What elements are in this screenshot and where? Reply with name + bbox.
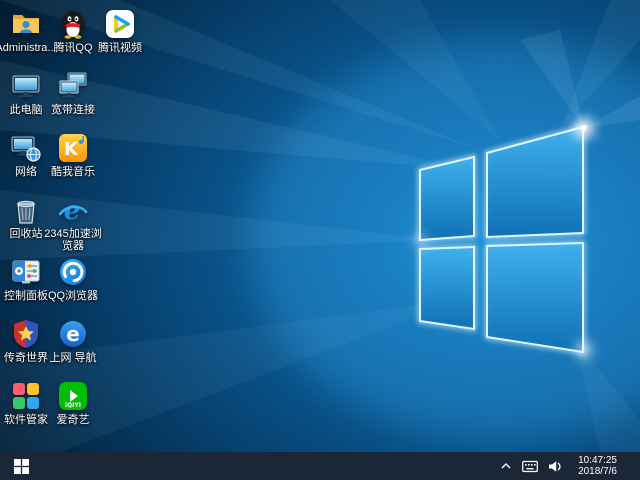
icon-label: 上网 导航 <box>40 352 106 364</box>
svg-text:iQIYI: iQIYI <box>65 402 81 409</box>
desktop-icon-this-pc[interactable]: 此电脑 <box>0 70 52 128</box>
keyboard-icon <box>522 460 538 473</box>
desktop-icon-tencent-qq[interactable]: 腾讯QQ <box>47 8 99 66</box>
svg-text:e: e <box>66 322 80 346</box>
tencent-qq-icon <box>57 8 89 40</box>
desktop-icon-2345-browser[interactable]: e 2345加速浏览器 <box>47 194 99 252</box>
desktop-icon-qq-browser[interactable]: QQ浏览器 <box>47 256 99 314</box>
recycle-bin-icon <box>10 194 42 226</box>
volume-button[interactable] <box>548 452 563 480</box>
desktop-icon-administrator-folder[interactable]: Administra... <box>0 8 52 66</box>
desktop: Administra... 腾讯QQ <box>0 0 640 480</box>
start-button[interactable] <box>0 452 42 480</box>
control-panel-icon <box>10 256 42 288</box>
desktop-icon-legend-world[interactable]: 传奇世界 <box>0 318 52 376</box>
icon-label: 2345加速浏览器 <box>40 228 106 252</box>
this-pc-icon <box>10 70 42 102</box>
iqiyi-icon: iQIYI <box>57 380 89 412</box>
desktop-icon-iqiyi[interactable]: iQIYI 爱奇艺 <box>47 380 99 438</box>
svg-text:e: e <box>64 196 81 226</box>
desktop-icon-network[interactable]: 网络 <box>0 132 52 190</box>
icon-label: 酷我音乐 <box>40 166 106 178</box>
legend-world-icon <box>10 318 42 350</box>
clock-time: 10:47:25 <box>578 455 617 466</box>
volume-icon <box>548 460 563 473</box>
svg-text:K: K <box>64 139 79 160</box>
desktop-icon-control-panel[interactable]: 控制面板 <box>0 256 52 314</box>
icon-label: 腾讯视频 <box>87 42 153 54</box>
network-icon <box>10 132 42 164</box>
icon-label: 爱奇艺 <box>40 414 106 426</box>
kuwo-music-icon: K <box>57 132 89 164</box>
taskbar-clock[interactable]: 10:47:25 2018/7/6 <box>573 455 622 477</box>
qq-browser-icon <box>57 256 89 288</box>
desktop-icon-broadband-connection[interactable]: 宽带连接 <box>47 70 99 128</box>
broadband-connection-icon <box>57 70 89 102</box>
clock-date: 2018/7/6 <box>578 466 617 477</box>
icon-label: QQ浏览器 <box>40 290 106 302</box>
system-tray: 10:47:25 2018/7/6 <box>500 452 640 480</box>
desktop-icon-kuwo-music[interactable]: K 酷我音乐 <box>47 132 99 190</box>
2345-browser-icon: e <box>57 194 89 226</box>
software-manager-icon <box>10 380 42 412</box>
chevron-up-icon <box>500 460 512 472</box>
administrator-folder-icon <box>10 8 42 40</box>
desktop-icon-software-manager[interactable]: 软件管家 <box>0 380 52 438</box>
ime-keyboard-button[interactable] <box>522 452 538 480</box>
hidden-icons-button[interactable] <box>500 452 512 480</box>
web-navigation-icon: e <box>57 318 89 350</box>
taskbar: 10:47:25 2018/7/6 <box>0 452 640 480</box>
tencent-video-icon <box>104 8 136 40</box>
desktop-icon-web-navigation[interactable]: e 上网 导航 <box>47 318 99 376</box>
icon-label: 宽带连接 <box>40 104 106 116</box>
desktop-icon-tencent-video[interactable]: 腾讯视频 <box>94 8 146 66</box>
windows-logo-icon <box>14 459 29 474</box>
